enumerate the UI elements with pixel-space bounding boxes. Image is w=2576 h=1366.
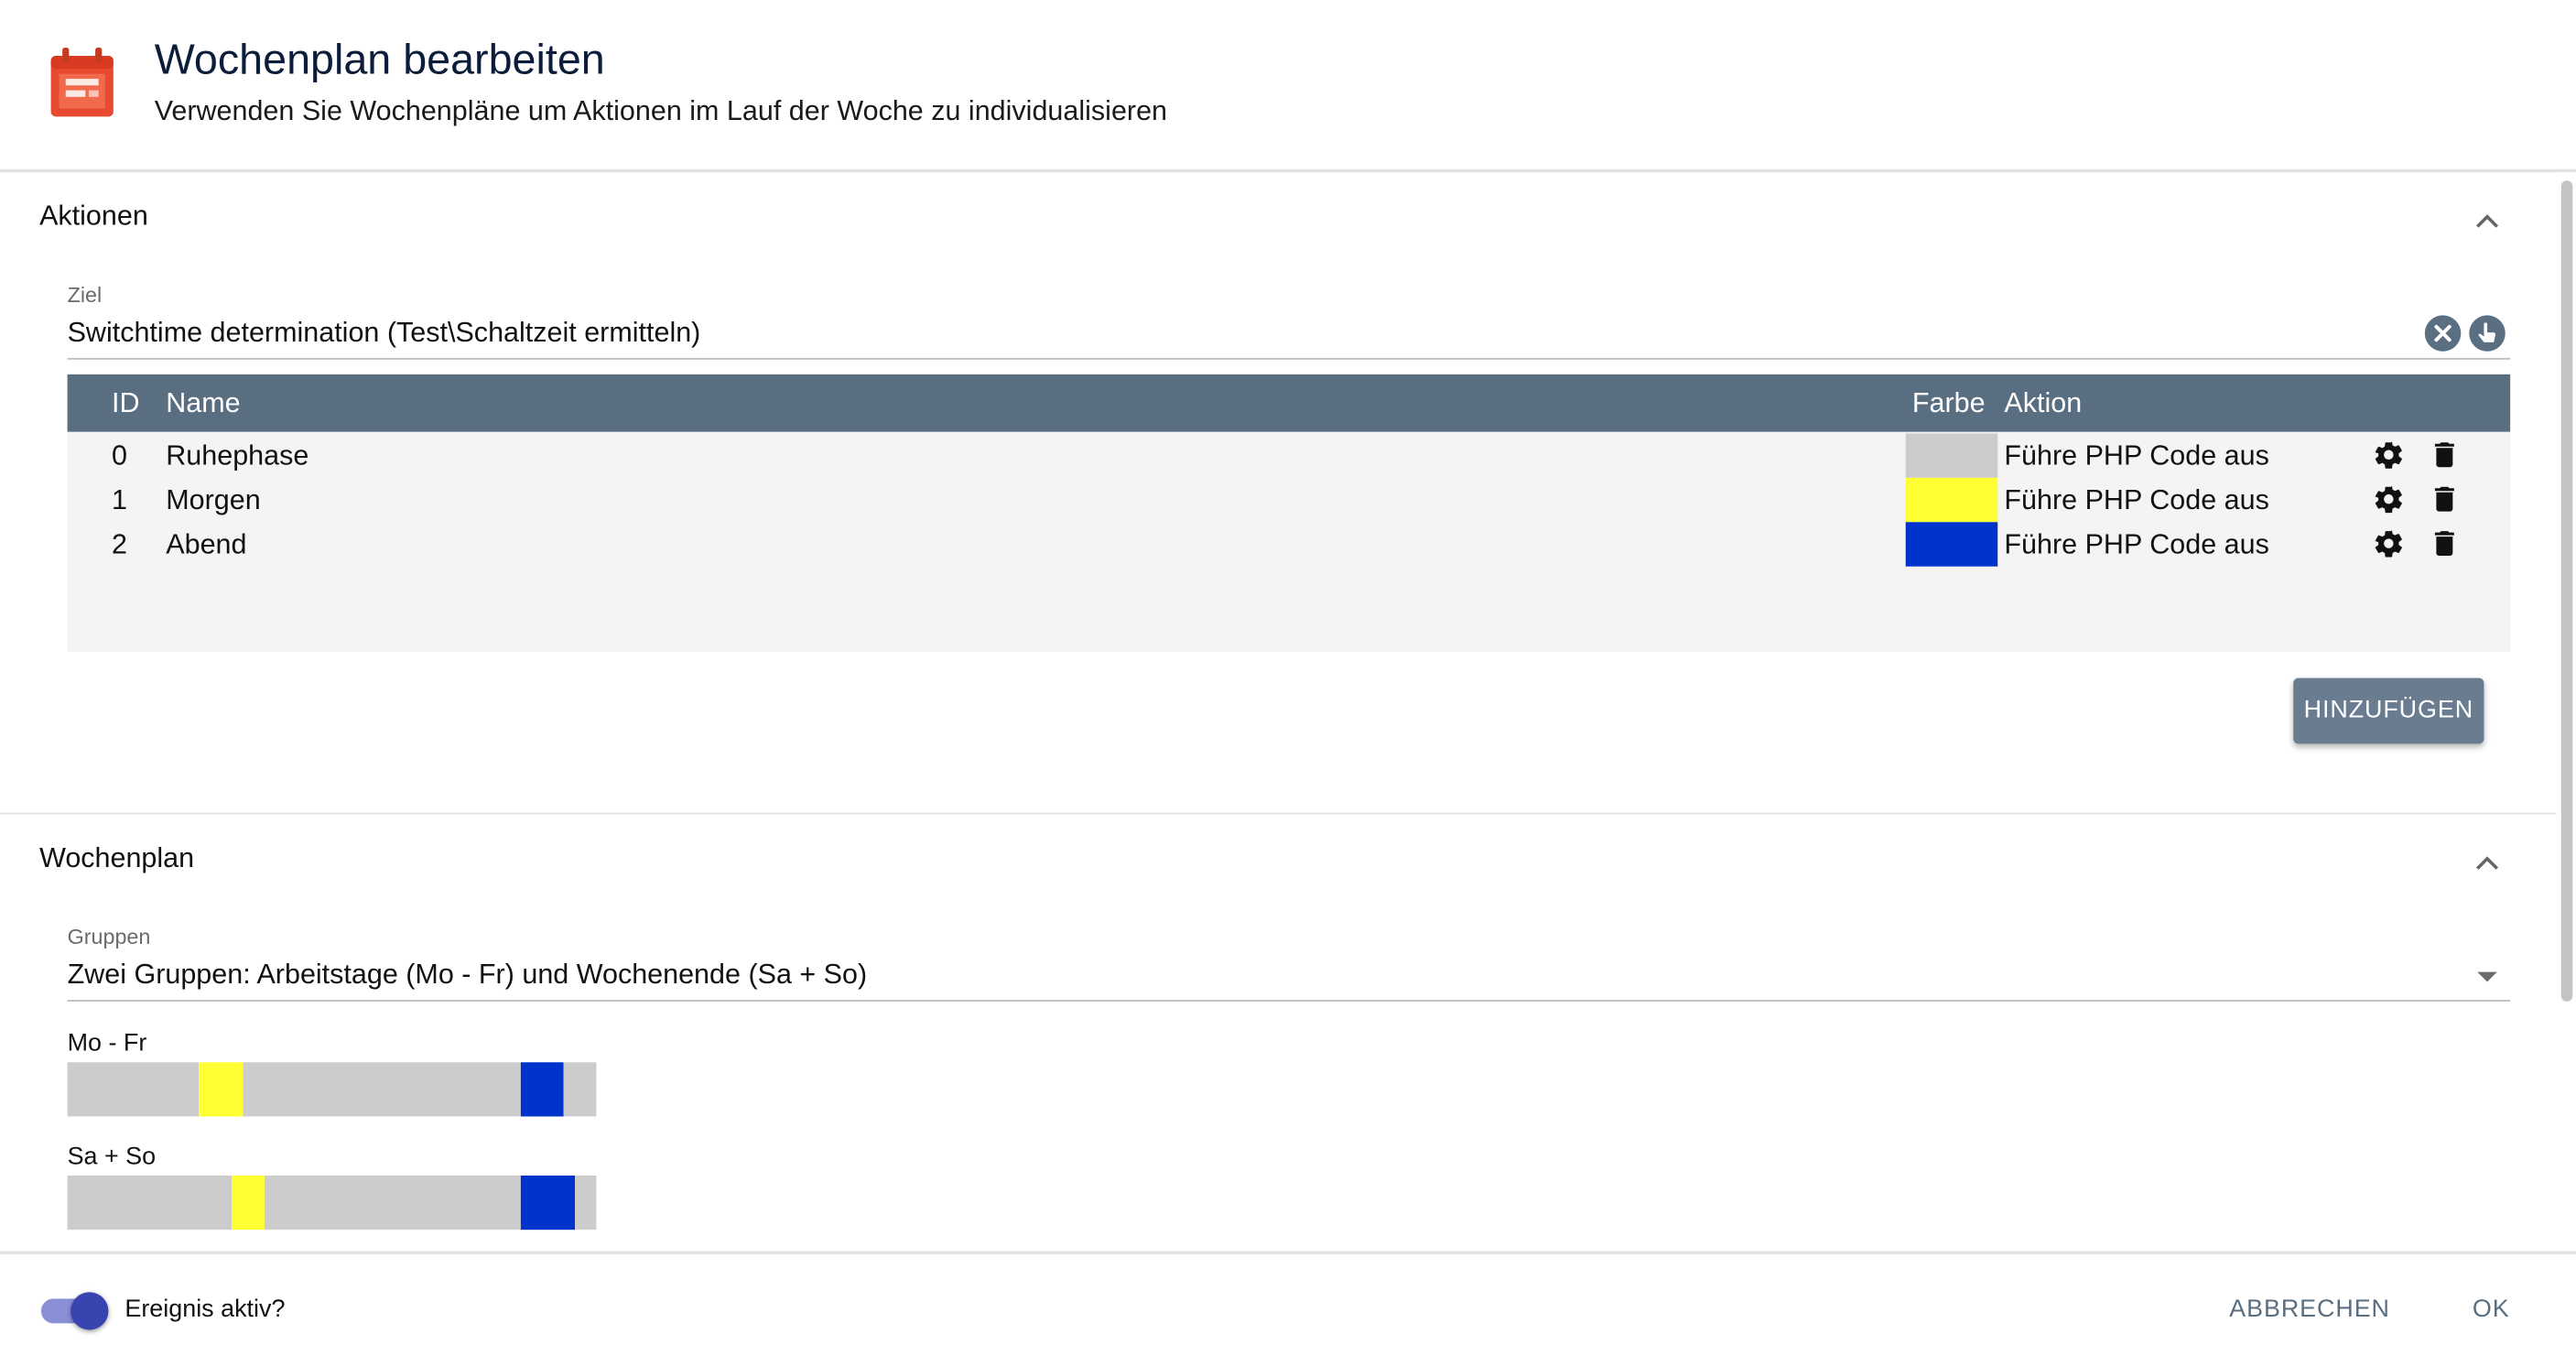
- collapse-schedule-chevron-icon[interactable]: [2474, 851, 2501, 870]
- active-toggle-label: Ereignis aktiv?: [124, 1295, 286, 1324]
- groups-select[interactable]: Zwei Gruppen: Arbeitstage (Mo - Fr) und …: [68, 957, 868, 992]
- timeline-segment[interactable]: [67, 1062, 200, 1117]
- ok-button[interactable]: OK: [2473, 1292, 2510, 1328]
- gear-icon[interactable]: [2372, 527, 2405, 560]
- timeline-label-weekend: Sa + So: [67, 1143, 157, 1171]
- row-action: Führe PHP Code aus: [2004, 439, 2269, 472]
- trash-icon[interactable]: [2428, 527, 2461, 560]
- timeline-bar-weekdays[interactable]: [67, 1062, 597, 1117]
- trash-icon[interactable]: [2428, 482, 2461, 515]
- clear-target-icon[interactable]: [2424, 315, 2462, 352]
- select-target-pointer-icon[interactable]: [2469, 315, 2506, 352]
- header-divider: [0, 168, 2576, 173]
- timeline-segment[interactable]: [232, 1176, 265, 1230]
- dialog: Wochenplan bearbeiten Verwenden Sie Woch…: [0, 0, 2576, 1366]
- calendar-icon: [49, 46, 115, 118]
- row-color-swatch[interactable]: [1905, 522, 1998, 567]
- row-id: 1: [112, 484, 128, 516]
- schedule-section-title[interactable]: Wochenplan: [39, 840, 194, 876]
- row-color-swatch[interactable]: [1905, 477, 1998, 523]
- row-name: Morgen: [166, 484, 261, 516]
- active-toggle-knob[interactable]: [70, 1292, 109, 1330]
- col-header-name[interactable]: Name: [166, 385, 240, 421]
- timeline-segment[interactable]: [520, 1176, 576, 1230]
- cancel-button[interactable]: ABBRECHEN: [2229, 1292, 2390, 1328]
- col-header-action[interactable]: Aktion: [2004, 385, 2082, 421]
- trash-icon[interactable]: [2428, 439, 2461, 472]
- timeline-segment[interactable]: [563, 1062, 597, 1117]
- scrollbar-thumb[interactable]: [2560, 180, 2573, 1002]
- groups-select-underline: [67, 1000, 2511, 1002]
- timeline-segment[interactable]: [243, 1062, 521, 1117]
- row-id: 0: [112, 439, 128, 472]
- row-action: Führe PHP Code aus: [2004, 484, 2269, 516]
- groups-label: Gruppen: [67, 924, 151, 949]
- row-action: Führe PHP Code aus: [2004, 528, 2269, 560]
- actions-table: ID Name Farbe Aktion 0 Ruhephase Führe P…: [67, 374, 2511, 652]
- col-header-color[interactable]: Farbe: [1912, 385, 1986, 421]
- row-id: 2: [112, 528, 128, 560]
- gear-icon[interactable]: [2372, 482, 2405, 515]
- timeline-segment[interactable]: [264, 1176, 521, 1230]
- target-field[interactable]: Switchtime determination (Test\Schaltzei…: [68, 315, 701, 351]
- collapse-actions-chevron-icon[interactable]: [2474, 209, 2501, 228]
- dropdown-arrow-icon[interactable]: [2477, 971, 2497, 982]
- gear-icon[interactable]: [2372, 439, 2405, 472]
- row-name: Abend: [166, 528, 247, 560]
- timeline-segment[interactable]: [520, 1062, 564, 1117]
- timeline-segment[interactable]: [67, 1176, 233, 1230]
- target-label: Ziel: [67, 282, 103, 308]
- col-header-id[interactable]: ID: [112, 385, 140, 421]
- timeline-segment[interactable]: [575, 1176, 597, 1230]
- footer-divider: [0, 1251, 2576, 1255]
- add-action-button[interactable]: HINZUFÜGEN: [2293, 678, 2484, 744]
- section-divider: [0, 812, 2557, 815]
- row-name: Ruhephase: [166, 439, 309, 472]
- timeline-bar-weekend[interactable]: [67, 1176, 597, 1230]
- dialog-subtitle: Verwenden Sie Wochenpläne um Aktionen im…: [154, 95, 1168, 127]
- target-field-underline: [67, 357, 2511, 360]
- row-color-swatch[interactable]: [1905, 433, 1998, 478]
- actions-table-header: ID Name Farbe Aktion: [67, 374, 2511, 432]
- timeline-segment[interactable]: [199, 1062, 244, 1117]
- timeline-label-weekdays: Mo - Fr: [67, 1029, 147, 1057]
- dialog-title: Wochenplan bearbeiten: [154, 34, 605, 84]
- actions-section-title[interactable]: Aktionen: [39, 199, 148, 234]
